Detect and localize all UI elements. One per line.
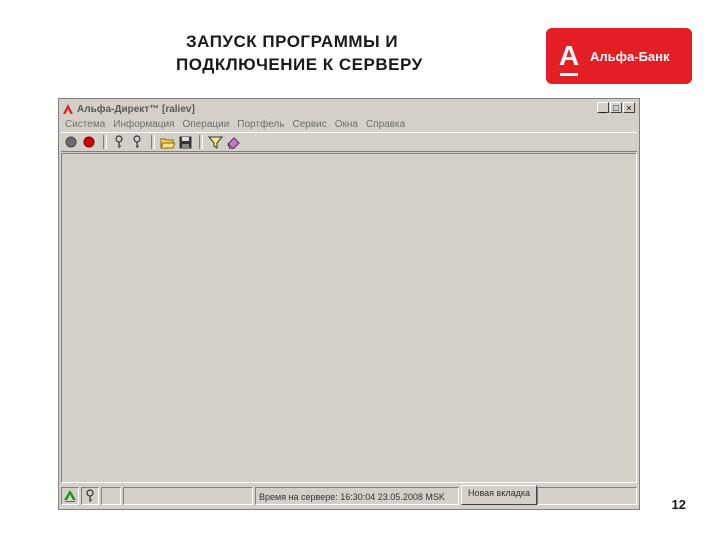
eraser-icon [226, 136, 240, 149]
key-icon [115, 135, 123, 148]
window-titlebar[interactable]: Альфа-Директ™ [raliev] _ □ × [61, 101, 637, 117]
filter-icon [207, 136, 223, 149]
save-button[interactable] [177, 134, 193, 150]
close-button[interactable]: × [623, 102, 635, 113]
toolbar-separator [151, 135, 155, 149]
toolbar-separator [199, 135, 203, 149]
alfa-bank-logo: А Альфа-Банк [546, 28, 692, 84]
status-bar: Время на сервере: 16:30:04 23.05.2008 MS… [61, 485, 637, 507]
window-title: Альфа-Директ™ [raliev] [77, 103, 195, 115]
status-panel-empty [123, 487, 253, 505]
menu-item-service[interactable]: Сервис [288, 119, 330, 130]
menu-item-portfolio[interactable]: Портфель [233, 119, 288, 130]
key-button-1[interactable] [111, 134, 127, 150]
app-logo-icon [63, 104, 73, 114]
workspace-area[interactable] [61, 153, 637, 483]
menu-item-system[interactable]: Система [61, 119, 109, 130]
status-logo-cell[interactable] [61, 487, 79, 505]
open-folder-icon [159, 138, 175, 148]
save-icon [179, 136, 191, 148]
slide-title: ЗАПУСК ПРОГРАММЫ И ПОДКЛЮЧЕНИЕ К СЕРВЕРУ [176, 30, 516, 76]
connect-icon [83, 136, 95, 148]
toolbar-separator [103, 135, 107, 149]
application-window: Альфа-Директ™ [raliev] _ □ × Система Инф… [58, 98, 640, 510]
server-time-label: Время на сервере: 16:30:04 23.05.2008 MS… [255, 487, 459, 505]
key-icon [86, 489, 94, 502]
key-icon [133, 135, 141, 148]
minimize-button[interactable]: _ [597, 102, 609, 113]
disconnect-button[interactable] [63, 134, 79, 150]
slide-title-line1: ЗАПУСК ПРОГРАММЫ И [186, 32, 399, 51]
menu-bar: Система Информация Операции Портфель Сер… [61, 117, 637, 132]
status-panel-empty [101, 487, 121, 505]
alfa-logo-icon [64, 490, 76, 502]
alfa-letter-icon: А [558, 40, 580, 76]
brand-name: Альфа-Банк [590, 48, 670, 64]
status-key-cell[interactable] [81, 487, 99, 505]
maximize-button[interactable]: □ [610, 102, 622, 113]
page-number: 12 [671, 497, 686, 512]
new-tab-button[interactable]: Новая вкладка [461, 485, 537, 505]
disconnect-icon [65, 136, 77, 148]
window-controls: _ □ × [597, 102, 635, 113]
menu-item-help[interactable]: Справка [362, 119, 409, 130]
open-button[interactable] [159, 134, 175, 150]
menu-item-windows[interactable]: Окна [331, 119, 362, 130]
menu-item-information[interactable]: Информация [109, 119, 178, 130]
menu-item-operations[interactable]: Операции [179, 119, 234, 130]
status-panel-empty [537, 487, 637, 505]
filter-button[interactable] [207, 134, 223, 150]
eraser-button[interactable] [225, 134, 241, 150]
connect-button[interactable] [81, 134, 97, 150]
slide-title-line2: ПОДКЛЮЧЕНИЕ К СЕРВЕРУ [176, 55, 423, 74]
toolbar [61, 132, 637, 152]
key-button-2[interactable] [129, 134, 145, 150]
